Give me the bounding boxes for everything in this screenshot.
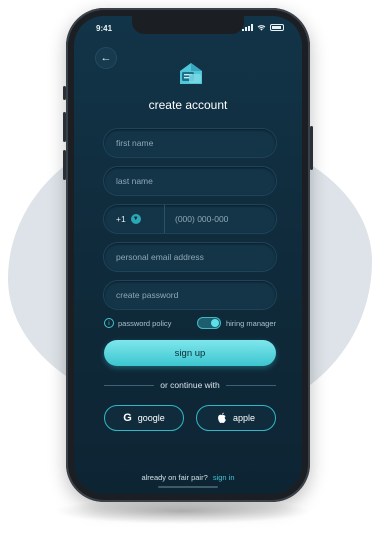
volume-up-button: [63, 112, 66, 142]
status-bar: 9:41: [74, 22, 302, 36]
google-label: google: [137, 413, 165, 423]
hiring-manager-option: hiring manager: [196, 317, 276, 329]
password-policy-link[interactable]: i password policy: [104, 318, 171, 328]
mute-switch: [63, 86, 66, 100]
hiring-manager-label: hiring manager: [225, 318, 276, 328]
email-field[interactable]: personal email address: [104, 243, 276, 271]
power-button: [310, 126, 313, 170]
password-placeholder: create password: [116, 290, 179, 300]
phone-placeholder: (000) 000-000: [175, 214, 229, 224]
sign-in-link[interactable]: sign in: [213, 473, 235, 482]
chevron-down-icon: ▼: [130, 214, 141, 224]
options-row: i password policy hiring manager: [104, 316, 276, 330]
country-code: +1: [116, 214, 126, 224]
country-code-select[interactable]: +1 ▼: [104, 205, 165, 233]
google-button[interactable]: G google: [104, 405, 184, 431]
phone-screen: 9:41 ← create account first name last na…: [74, 16, 302, 494]
info-icon: i: [104, 318, 114, 328]
divider-line-left: [104, 384, 155, 386]
email-placeholder: personal email address: [116, 252, 204, 262]
back-button[interactable]: ←: [96, 48, 116, 68]
google-icon: G: [123, 412, 132, 424]
apple-icon: [218, 412, 226, 423]
continue-divider: or continue with: [104, 380, 277, 390]
apple-button[interactable]: apple: [196, 405, 276, 431]
arrow-left-icon: ←: [100, 52, 112, 64]
volume-down-button: [63, 150, 66, 180]
first-name-placeholder: first name: [116, 138, 154, 148]
divider-line-right: [225, 384, 277, 386]
page-title: create account: [148, 98, 228, 112]
apple-label: apple: [232, 413, 256, 423]
sign-in-question: already on fair pair?: [141, 473, 208, 482]
app-logo-icon: [180, 63, 202, 84]
home-indicator: [158, 486, 218, 488]
toggle-knob: [210, 319, 219, 327]
password-field[interactable]: create password: [104, 281, 276, 309]
divider-text: or continue with: [160, 380, 220, 390]
last-name-placeholder: last name: [116, 176, 153, 186]
first-name-field[interactable]: first name: [104, 129, 276, 157]
status-icons: [242, 24, 284, 31]
hiring-manager-toggle[interactable]: [196, 317, 221, 329]
wifi-icon: [257, 25, 266, 31]
phone-field[interactable]: +1 ▼ (000) 000-000: [104, 205, 276, 233]
battery-icon: [270, 24, 284, 31]
status-time: 9:41: [96, 24, 113, 33]
sign-in-prompt: already on fair pair? sign in: [74, 473, 302, 482]
sign-up-button[interactable]: sign up: [104, 340, 276, 366]
last-name-field[interactable]: last name: [104, 167, 276, 195]
phone-frame: 9:41 ← create account first name last na…: [63, 8, 313, 502]
password-policy-label: password policy: [118, 318, 172, 328]
signal-icon: [242, 24, 253, 31]
